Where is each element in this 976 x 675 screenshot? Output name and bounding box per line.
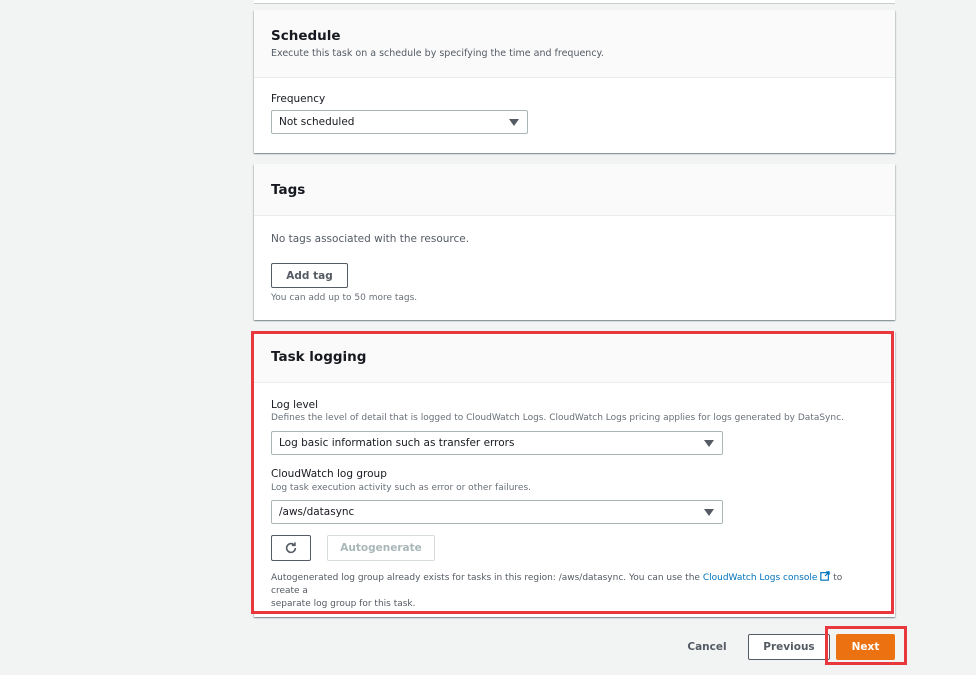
frequency-select-value: Not scheduled <box>279 116 355 128</box>
tags-panel: Tags No tags associated with the resourc… <box>254 164 895 320</box>
frequency-label: Frequency <box>271 93 326 105</box>
schedule-body: Frequency Not scheduled <box>254 78 895 134</box>
task-logging-highlight <box>251 331 894 614</box>
next-button-highlight <box>825 626 907 665</box>
tags-hint: You can add up to 50 more tags. <box>271 293 418 303</box>
tags-header: Tags <box>254 164 895 216</box>
caret-down-icon <box>509 119 519 126</box>
previous-panel-edge <box>254 0 895 4</box>
tags-title: Tags <box>271 182 306 198</box>
frequency-select[interactable]: Not scheduled <box>271 110 528 134</box>
add-tag-button[interactable]: Add tag <box>271 263 348 288</box>
schedule-description: Execute this task on a schedule by speci… <box>271 48 604 59</box>
schedule-panel: Schedule Execute this task on a schedule… <box>254 10 895 153</box>
tags-body: No tags associated with the resource. Ad… <box>254 216 895 320</box>
page: Schedule Execute this task on a schedule… <box>0 0 976 675</box>
schedule-header: Schedule Execute this task on a schedule… <box>254 10 895 78</box>
cancel-button[interactable]: Cancel <box>676 634 738 660</box>
tags-empty-text: No tags associated with the resource. <box>271 233 470 245</box>
schedule-title: Schedule <box>271 28 341 44</box>
previous-button[interactable]: Previous <box>748 634 830 660</box>
